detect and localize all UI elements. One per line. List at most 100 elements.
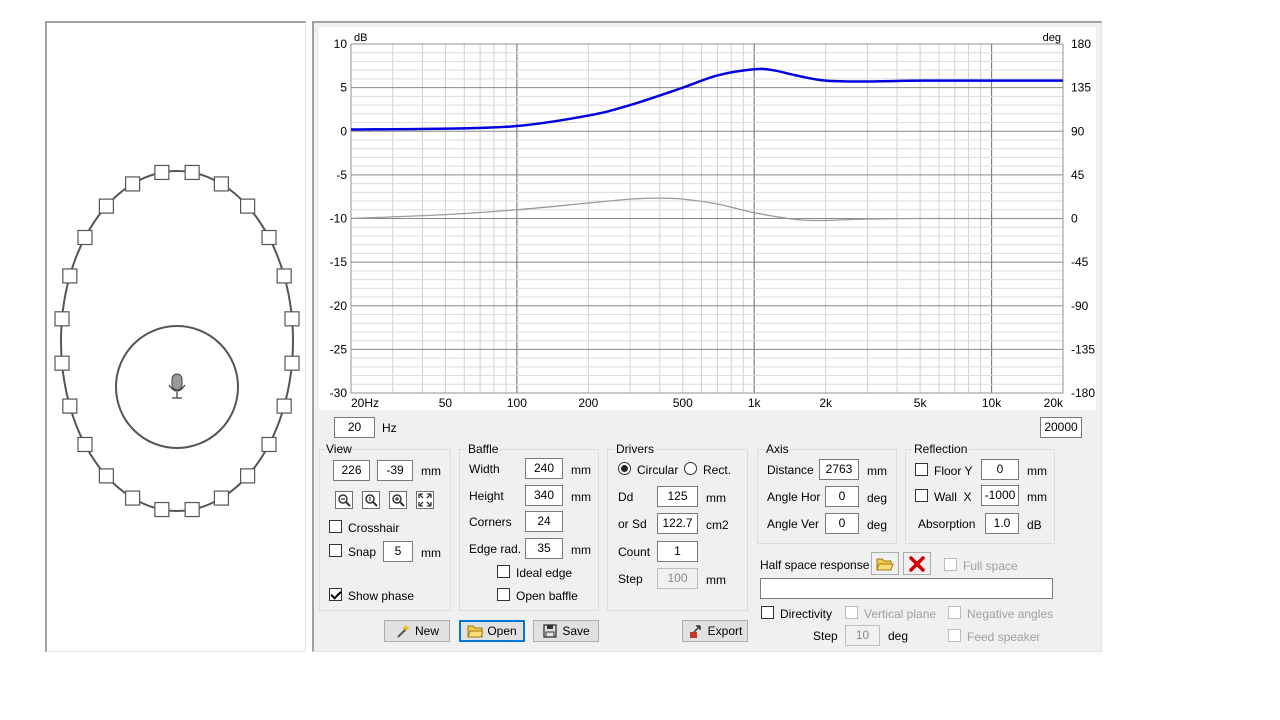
x-tick-label: 20k [1044, 396, 1064, 410]
x-tick-label: 5k [914, 396, 928, 410]
save-button[interactable]: Save [533, 620, 599, 642]
dd-label: Dd [618, 490, 634, 504]
floor-checkbox[interactable] [915, 463, 928, 476]
freq-max-input[interactable]: 20000 [1040, 417, 1082, 438]
dd-unit: mm [706, 491, 726, 505]
baffle-corner-handle [261, 436, 277, 453]
export-icon [689, 625, 701, 638]
y-left-tick-label: 10 [334, 37, 348, 51]
freq-min-unit: Hz [382, 421, 397, 435]
show-phase-checkbox[interactable] [329, 588, 342, 601]
half-space-label: Half space response [760, 558, 870, 572]
baffle-corner-handle [184, 164, 200, 181]
crosshair-checkbox[interactable] [329, 520, 342, 533]
x-tick-label: 20Hz [351, 396, 379, 410]
x-tick-label: 2k [819, 396, 833, 410]
distance-input[interactable]: 2763 [819, 459, 859, 480]
directivity-label: Directivity [780, 607, 833, 621]
reflection-group-title: Reflection [912, 442, 970, 456]
dd-input[interactable]: 125 [657, 486, 698, 507]
open-baffle-label: Open baffle [516, 589, 578, 603]
delete-icon [909, 555, 925, 572]
count-input[interactable]: 1 [657, 541, 698, 562]
full-space-checkbox[interactable] [944, 558, 957, 571]
floor-label: Floor Y [934, 464, 973, 478]
wall-input[interactable]: -1000 [981, 485, 1019, 506]
frequency-response-graph[interactable]: 10 5 0 -5 -10 -15 -20 -25 -30 180 135 90 45 0 -45 -90 -1… [319, 27, 1096, 410]
clear-response-button[interactable] [903, 552, 931, 575]
driver-step-input[interactable]: 100 [657, 568, 698, 589]
baffle-corner-handle [62, 398, 78, 414]
sd-unit: cm2 [706, 518, 729, 532]
snap-input[interactable]: 5 [383, 541, 413, 562]
angle-ver-label: Angle Ver [767, 517, 820, 531]
ideal-edge-checkbox[interactable] [497, 565, 510, 578]
open-response-button[interactable] [871, 552, 899, 575]
zoom-fit-button[interactable] [362, 491, 380, 509]
rect-radio[interactable] [684, 462, 697, 475]
distance-label: Distance [767, 463, 814, 477]
export-button[interactable]: Export [682, 620, 748, 642]
baffle-corner-handle [125, 490, 141, 506]
feed-speaker-label: Feed speaker [967, 630, 1041, 644]
directivity-step-input[interactable]: 10 [845, 625, 880, 646]
baffle-corner-handle [284, 355, 300, 371]
view-unit-label: mm [421, 464, 441, 478]
baffle-height-input[interactable]: 340 [525, 485, 563, 506]
export-button-label: Export [707, 624, 743, 638]
circular-radio[interactable] [618, 462, 631, 475]
baffle-corner-handle [77, 229, 93, 246]
baffle-width-input[interactable]: 240 [525, 458, 563, 479]
folder-icon [467, 625, 484, 638]
snap-checkbox[interactable] [329, 544, 342, 557]
baffle-corner-handle [77, 436, 93, 453]
directivity-checkbox[interactable] [761, 606, 774, 619]
floppy-disk-icon [543, 624, 557, 638]
baffle-height-unit: mm [571, 490, 591, 504]
fit-all-button[interactable] [416, 491, 434, 509]
angle-hor-input[interactable]: 0 [825, 486, 859, 507]
baffle-corner-handle [98, 198, 114, 214]
half-space-path-input[interactable] [760, 578, 1053, 599]
baffle-view-panel[interactable] [45, 21, 306, 652]
sd-label: or Sd [618, 517, 647, 531]
new-button[interactable]: New [384, 620, 450, 642]
response-chart[interactable]: 1050-5-10-15-20-25-3018013590450-45-90-1… [319, 27, 1096, 410]
new-button-label: New [414, 624, 439, 638]
view-x-input[interactable]: 226 [333, 460, 370, 481]
negative-angles-checkbox[interactable] [948, 606, 961, 619]
baffle-corner-handle [54, 311, 70, 327]
baffle-drawing[interactable] [47, 23, 306, 652]
floor-input[interactable]: 0 [981, 459, 1019, 480]
baffle-edge-unit: mm [571, 543, 591, 557]
absorption-label: Absorption [918, 517, 976, 531]
zoom-out-button[interactable] [335, 491, 353, 509]
wall-checkbox[interactable] [915, 489, 928, 502]
x-tick-label: 200 [578, 396, 598, 410]
freq-min-input[interactable]: 20 [334, 417, 375, 438]
angle-ver-input[interactable]: 0 [825, 513, 859, 534]
x-tick-label: 500 [673, 396, 693, 410]
sd-input[interactable]: 122.7 [657, 513, 698, 534]
view-y-input[interactable]: -39 [377, 460, 413, 481]
y-left-unit-label: dB [354, 32, 367, 44]
y-left-tick-label: -5 [336, 168, 347, 182]
open-button[interactable]: Open [459, 620, 525, 642]
baffle-corner-handle [213, 176, 229, 192]
magic-wand-icon [397, 624, 410, 638]
open-baffle-checkbox[interactable] [497, 588, 510, 601]
driver-step-label: Step [618, 572, 643, 586]
driver-step-unit: mm [706, 573, 726, 587]
baffle-corners-input[interactable]: 24 [525, 511, 563, 532]
baffle-outline [60, 170, 294, 512]
baffle-edge-label: Edge rad. [469, 542, 522, 556]
zoom-out-icon [338, 494, 351, 507]
feed-speaker-checkbox[interactable] [948, 629, 961, 642]
y-left-tick-label: -25 [330, 342, 348, 356]
vertical-plane-checkbox[interactable] [845, 606, 858, 619]
baffle-edge-input[interactable]: 35 [525, 538, 563, 559]
absorption-input[interactable]: 1.0 [985, 513, 1019, 534]
angle-hor-label: Angle Hor [767, 490, 821, 504]
y-right-tick-label: -180 [1071, 386, 1095, 400]
zoom-in-button[interactable] [389, 491, 407, 509]
